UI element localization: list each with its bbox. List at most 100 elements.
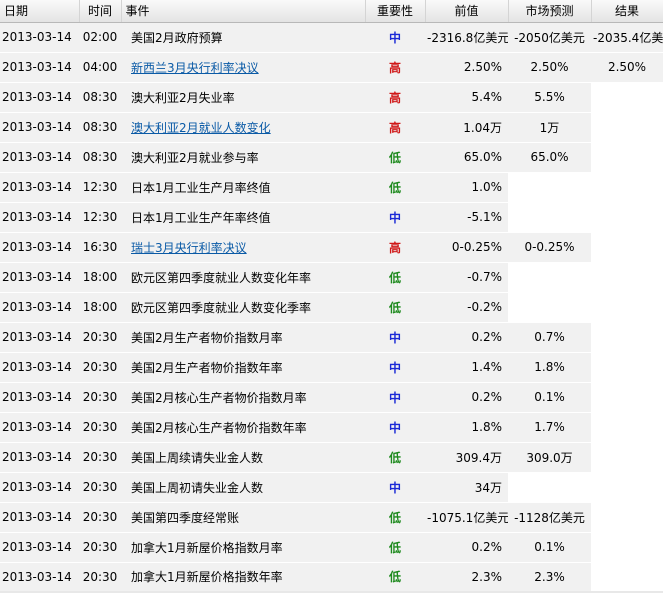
event-time: 20:30 <box>79 532 121 563</box>
forecast-value: -2050亿美元 <box>508 22 591 53</box>
table-header: 日期 时间 事件 重要性 前值 市场预测 结果 <box>0 0 663 23</box>
table-row: 2013-03-14 20:30 加拿大1月新屋价格指数月率 低 0.2% 0.1% <box>0 532 663 563</box>
event-name: 日本1月工业生产月率终值 <box>131 180 271 195</box>
forecast-value: 309.0万 <box>508 442 591 473</box>
event-name: 美国2月政府预算 <box>131 30 223 45</box>
event-name: 加拿大1月新屋价格指数年率 <box>131 570 283 585</box>
previous-value: 309.4万 <box>425 442 508 473</box>
event-link[interactable]: 瑞士3月央行利率决议 <box>131 241 247 255</box>
event-name: 美国2月核心生产者物价指数年率 <box>131 420 307 435</box>
forecast-value: 2.3% <box>508 562 591 593</box>
importance-badge: 高 <box>365 52 425 83</box>
table-row: 2013-03-14 20:30 美国上周初请失业金人数 中 34万 <box>0 472 663 503</box>
event-name: 美国2月生产者物价指数月率 <box>131 330 283 345</box>
event-time: 18:00 <box>79 292 121 323</box>
table-row: 2013-03-14 20:30 美国第四季度经常账 低 -1075.1亿美元 -1128… <box>0 502 663 533</box>
result-value <box>591 262 663 293</box>
importance-badge: 低 <box>365 532 425 563</box>
event-time: 12:30 <box>79 202 121 233</box>
header-event[interactable]: 事件 <box>121 0 366 23</box>
header-result[interactable]: 结果 <box>591 0 663 23</box>
forecast-value <box>508 472 591 503</box>
table-row: 2013-03-14 04:00 新西兰3月央行利率决议高 2.50% 2.50% 2.5… <box>0 52 663 83</box>
event-name: 澳大利亚2月就业参与率 <box>131 150 259 165</box>
economic-calendar-table: 日期 时间 事件 重要性 前值 市场预测 结果 2013-03-14 02:00 美… <box>0 0 663 593</box>
forecast-value: 2.50% <box>508 52 591 83</box>
event-date: 2013-03-14 <box>0 112 79 143</box>
forecast-value: 0.7% <box>508 322 591 353</box>
event-name: 日本1月工业生产年率终值 <box>131 210 271 225</box>
forecast-value: 1.8% <box>508 352 591 383</box>
header-date[interactable]: 日期 <box>0 0 80 23</box>
event-time: 20:30 <box>79 442 121 473</box>
table-row: 2013-03-14 18:00 欧元区第四季度就业人数变化年率 低 -0.7% <box>0 262 663 293</box>
previous-value: 1.0% <box>425 172 508 203</box>
importance-badge: 中 <box>365 22 425 53</box>
result-value <box>591 562 663 593</box>
event-name: 美国第四季度经常账 <box>131 510 240 525</box>
event-name-cell[interactable]: 澳大利亚2月就业人数变化 <box>121 112 365 143</box>
importance-badge: 低 <box>365 172 425 203</box>
event-date: 2013-03-14 <box>0 502 79 533</box>
header-previous[interactable]: 前值 <box>425 0 509 23</box>
header-time[interactable]: 时间 <box>79 0 122 23</box>
header-forecast[interactable]: 市场预测 <box>508 0 592 23</box>
event-time: 02:00 <box>79 22 121 53</box>
event-date: 2013-03-14 <box>0 262 79 293</box>
result-value <box>591 202 663 233</box>
previous-value: 0-0.25% <box>425 232 508 263</box>
table-row: 2013-03-14 08:30 澳大利亚2月就业参与率低 65.0% 65.0% <box>0 142 663 173</box>
previous-value: -0.7% <box>425 262 508 293</box>
event-time: 20:30 <box>79 502 121 533</box>
event-date: 2013-03-14 <box>0 562 79 593</box>
event-time: 20:30 <box>79 562 121 593</box>
table-row: 2013-03-14 20:30 美国2月生产者物价指数年率 中 1.4% 1.8% <box>0 352 663 383</box>
previous-value: 0.2% <box>425 532 508 563</box>
event-time: 16:30 <box>79 232 121 263</box>
event-link[interactable]: 澳大利亚2月就业人数变化 <box>131 121 271 135</box>
importance-badge: 中 <box>365 382 425 413</box>
event-name-cell[interactable]: 新西兰3月央行利率决议 <box>121 52 365 83</box>
forecast-value: 1.7% <box>508 412 591 443</box>
event-name-cell[interactable]: 瑞士3月央行利率决议 <box>121 232 365 263</box>
previous-value: 1.04万 <box>425 112 508 143</box>
event-link[interactable]: 新西兰3月央行利率决议 <box>131 61 259 75</box>
result-value: 2.50% <box>591 52 663 83</box>
importance-badge: 高 <box>365 112 425 143</box>
importance-badge: 中 <box>365 322 425 353</box>
importance-badge: 低 <box>365 502 425 533</box>
event-name-cell: 美国第四季度经常账 <box>121 502 365 533</box>
forecast-value: 0-0.25% <box>508 232 591 263</box>
event-name-cell: 美国2月政府预算 <box>121 22 365 53</box>
result-value <box>591 172 663 203</box>
previous-value: -2316.8亿美元 <box>425 22 508 53</box>
importance-badge: 中 <box>365 202 425 233</box>
event-time: 20:30 <box>79 412 121 443</box>
previous-value: -5.1% <box>425 202 508 233</box>
table-row: 2013-03-14 12:30 日本1月工业生产年率终值 中 -5.1% <box>0 202 663 233</box>
table-row: 2013-03-14 08:30 澳大利亚2月失业率 高 5.4% 5.5% <box>0 82 663 113</box>
event-date: 2013-03-14 <box>0 322 79 353</box>
forecast-value: -1128亿美元 <box>508 502 591 533</box>
event-name-cell: 美国上周续请失业金人数 <box>121 442 365 473</box>
previous-value: 0.2% <box>425 322 508 353</box>
event-date: 2013-03-14 <box>0 442 79 473</box>
importance-badge: 高 <box>365 232 425 263</box>
previous-value: 34万 <box>425 472 508 503</box>
previous-value: 5.4% <box>425 82 508 113</box>
importance-badge: 低 <box>365 292 425 323</box>
table-row: 2013-03-14 02:00 美国2月政府预算 中 -2316.8亿美元 -2050亿… <box>0 22 663 53</box>
table-row: 2013-03-14 20:30 加拿大1月新屋价格指数年率低 2.3% 2.3% <box>0 562 663 593</box>
importance-badge: 中 <box>365 412 425 443</box>
previous-value: 2.3% <box>425 562 508 593</box>
event-date: 2013-03-14 <box>0 352 79 383</box>
header-importance[interactable]: 重要性 <box>365 0 426 23</box>
table-row: 2013-03-14 12:30 日本1月工业生产月率终值 低 1.0% <box>0 172 663 203</box>
event-name-cell: 加拿大1月新屋价格指数年率 <box>121 562 365 593</box>
table-row: 2013-03-14 08:30 澳大利亚2月就业人数变化 高 1.04万 1万 <box>0 112 663 143</box>
event-name-cell: 欧元区第四季度就业人数变化年率 <box>121 262 365 293</box>
table-row: 2013-03-14 18:00 欧元区第四季度就业人数变化季率 低 -0.2% <box>0 292 663 323</box>
forecast-value <box>508 202 591 233</box>
table-body: 2013-03-14 02:00 美国2月政府预算中 -2316.8亿美元 -2050亿… <box>0 22 663 593</box>
event-date: 2013-03-14 <box>0 142 79 173</box>
